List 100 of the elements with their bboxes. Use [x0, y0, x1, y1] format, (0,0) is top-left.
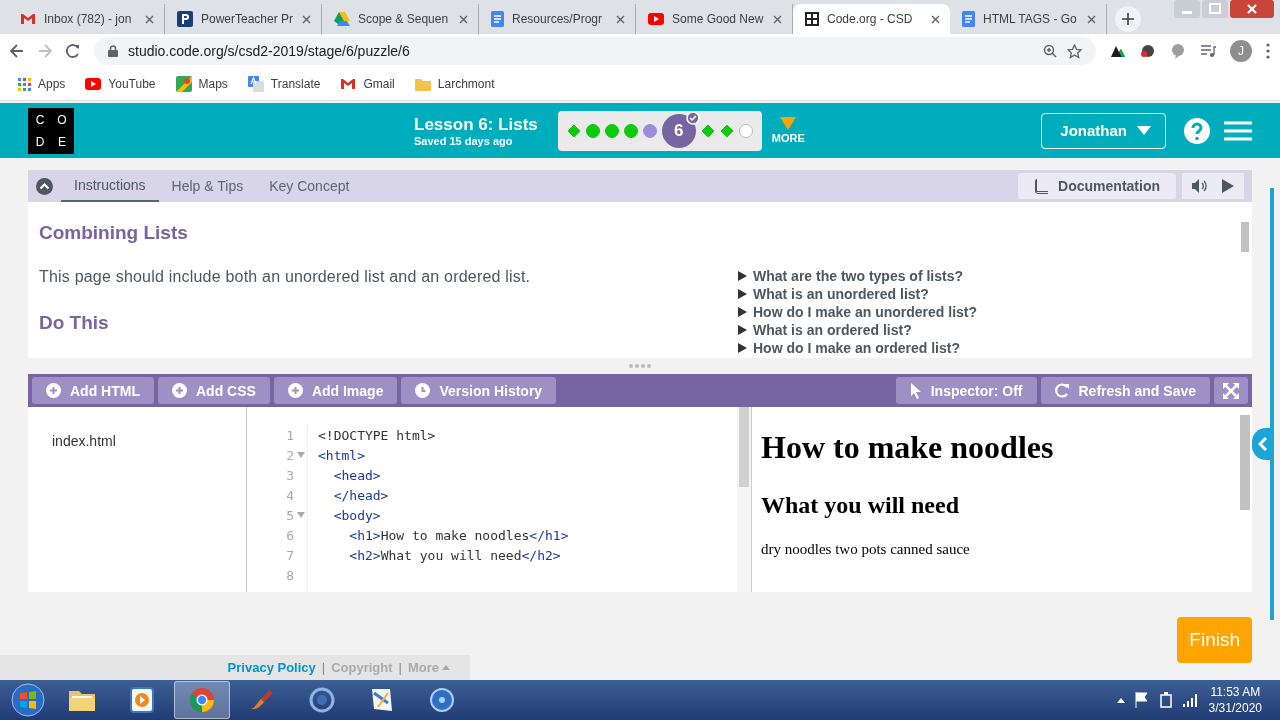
file-item[interactable]: index.html: [52, 433, 222, 449]
plus-icon: [46, 383, 61, 398]
separator: |: [321, 660, 326, 675]
close-icon[interactable]: [931, 14, 940, 24]
star-icon[interactable]: [1067, 43, 1082, 59]
logo[interactable]: C O D E: [28, 107, 74, 154]
code-line: <h1>How to make noodles</h1>: [348, 526, 569, 545]
plus-icon: [172, 383, 187, 398]
collapse-icon[interactable]: [36, 177, 53, 195]
resize-grip-icon[interactable]: [628, 363, 652, 369]
documentation-button[interactable]: Documentation: [1018, 173, 1176, 199]
code-line: </head>: [332, 486, 390, 505]
line-number: 4: [286, 487, 294, 503]
close-icon[interactable]: [1087, 14, 1096, 24]
plus-icon: [287, 383, 303, 398]
scrollbar[interactable]: [737, 407, 751, 592]
line-number: 5: [286, 507, 294, 523]
browser-tab[interactable]: Code.org - CSD: [793, 4, 950, 34]
extension-icon[interactable]: [1140, 43, 1156, 59]
separator: |: [398, 660, 402, 675]
zoom-icon[interactable]: [1043, 44, 1057, 58]
bookmark[interactable]: Maps: [175, 76, 228, 92]
document-icon: [962, 11, 975, 27]
line-number: 6: [286, 527, 294, 543]
progress-dot[interactable]: [585, 123, 600, 138]
media-player-icon: [130, 687, 154, 713]
faq-item[interactable]: What are the two types of lists?: [738, 268, 1208, 284]
code-line: <head>: [332, 466, 382, 485]
saved-status: Saved 15 days ago: [414, 134, 514, 147]
lesson-title: Lesson 6: Lists: [414, 114, 538, 135]
lock-icon: [108, 45, 118, 57]
line-number: 8: [286, 567, 294, 583]
reload-icon[interactable]: [66, 44, 80, 58]
code-line: <html>: [318, 446, 366, 465]
check-icon: [685, 110, 700, 125]
menu-icon[interactable]: [1266, 43, 1270, 59]
refresh-icon: [1054, 383, 1070, 398]
instructions-tab[interactable]: Key Concept: [256, 170, 363, 202]
mail-icon: [20, 13, 36, 25]
line-number: 7: [286, 547, 294, 563]
close-icon[interactable]: [1230, 0, 1274, 18]
bookmark[interactable]: Apps: [18, 77, 66, 91]
progress-dot[interactable]: [604, 123, 619, 138]
clock-icon: [415, 383, 431, 398]
help-icon[interactable]: [1184, 117, 1210, 144]
chevron-left-icon: [1258, 436, 1268, 452]
address-bar[interactable]: studio.code.org/s/csd2-2019/stage/6/puzzle/6: [94, 37, 1096, 65]
line-number: 2: [286, 447, 294, 463]
tray-arrow-icon[interactable]: [1116, 697, 1125, 703]
dish-icon: [309, 687, 335, 713]
bookmark[interactable]: Larchmont: [414, 77, 495, 91]
instructions-tab[interactable]: Instructions: [61, 170, 159, 202]
preview-heading: How to make noodles: [761, 429, 1055, 466]
faq-item[interactable]: How do I make an unordered list?: [738, 304, 1208, 320]
faq-item[interactable]: What is an ordered list?: [738, 322, 1208, 338]
map-icon: [175, 76, 192, 92]
play-icon: [648, 13, 664, 25]
instructions-tab[interactable]: Help & Tips: [158, 170, 257, 202]
preview-text: dry noodles two pots canned sauce: [761, 541, 971, 558]
folder-icon: [414, 77, 431, 91]
menu-icon[interactable]: [1224, 120, 1252, 141]
play-icon[interactable]: [1222, 179, 1234, 193]
expand-icon: [1222, 381, 1240, 400]
progress-dot[interactable]: [623, 123, 638, 138]
close-icon[interactable]: [459, 14, 468, 24]
windows-logo-icon: [11, 683, 45, 717]
battery-icon[interactable]: [1158, 692, 1173, 708]
progress-dot[interactable]: [738, 123, 753, 138]
close-icon[interactable]: [616, 14, 625, 24]
speaker-icon[interactable]: [1192, 179, 1208, 193]
caret-up-icon: [442, 665, 450, 670]
plus-icon: [1122, 13, 1134, 25]
code-line: <!DOCTYPE html>: [318, 426, 437, 445]
new-tab-button[interactable]: [1115, 6, 1141, 32]
faq-item[interactable]: How do I make an ordered list?: [738, 340, 1208, 356]
close-icon[interactable]: [145, 14, 154, 24]
bookmark[interactable]: YouTube: [85, 77, 156, 91]
media-control-icon[interactable]: [1200, 44, 1216, 58]
back-arrow-icon[interactable]: [10, 44, 24, 58]
close-icon[interactable]: [773, 14, 782, 24]
close-icon[interactable]: [302, 14, 311, 24]
signal-icon[interactable]: [1182, 693, 1199, 707]
faq-item[interactable]: What is an unordered list?: [738, 286, 1208, 302]
letter-p-icon: [177, 11, 193, 27]
progress-dot[interactable]: [642, 123, 657, 138]
translate-icon: [247, 76, 264, 92]
preview-subheading: What you will need: [761, 492, 961, 519]
bookmark[interactable]: Gmail: [340, 77, 395, 91]
apps-grid-icon: [18, 77, 31, 91]
grid-icon: [805, 12, 819, 26]
disc-icon: [429, 687, 455, 713]
extension-icon[interactable]: [1110, 44, 1126, 58]
clock[interactable]: 11:53 AM 3/31/2020: [1208, 685, 1262, 715]
bookmark[interactable]: Translate: [247, 76, 321, 92]
document-icon: [491, 11, 504, 27]
line-number: 3: [286, 467, 294, 483]
line-number: 1: [286, 427, 294, 443]
code-line: <h2>What you will need</h2>: [348, 546, 562, 565]
flag-icon[interactable]: [1134, 692, 1149, 708]
fullscreen-button[interactable]: [1214, 377, 1248, 404]
